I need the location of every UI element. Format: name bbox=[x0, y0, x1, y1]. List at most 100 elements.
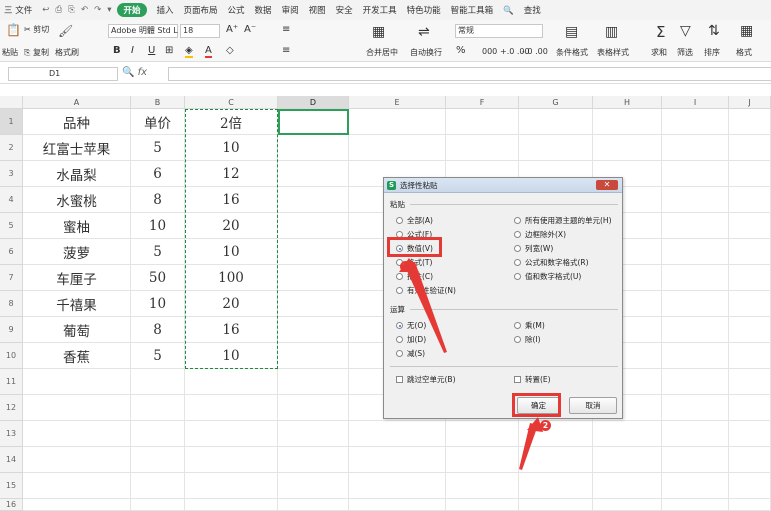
align-top-button[interactable]: ≡ bbox=[282, 24, 290, 35]
row-header-7[interactable]: 7 bbox=[0, 265, 23, 291]
cell-d14[interactable] bbox=[278, 447, 349, 473]
sum-button[interactable]: Σ bbox=[656, 23, 665, 41]
fill-color-button[interactable]: ◈ bbox=[185, 45, 193, 58]
cell-h2[interactable] bbox=[593, 135, 662, 161]
select-all-corner[interactable] bbox=[0, 96, 23, 109]
table-style-button[interactable]: ▥ bbox=[605, 24, 618, 40]
cut-button[interactable]: ✂ 剪切 bbox=[24, 24, 49, 35]
cell-d4[interactable] bbox=[278, 187, 349, 213]
cell-g14[interactable] bbox=[519, 447, 593, 473]
cell-e15[interactable] bbox=[349, 473, 446, 499]
cell-c16[interactable] bbox=[185, 499, 278, 511]
paste-option-source-theme[interactable]: 所有使用源主题的单元(H) bbox=[514, 215, 612, 226]
cell-d8[interactable] bbox=[278, 291, 349, 317]
tab-developer[interactable]: 开发工具 bbox=[363, 4, 397, 16]
cell-d11[interactable] bbox=[278, 369, 349, 395]
cell-d7[interactable] bbox=[278, 265, 349, 291]
fx-area[interactable]: 🔍 fx bbox=[122, 67, 147, 78]
cell-a5[interactable]: 蜜柚 bbox=[23, 213, 131, 239]
cell-i5[interactable] bbox=[662, 213, 729, 239]
cell-j12[interactable] bbox=[729, 395, 771, 421]
row-header-1[interactable]: 1 bbox=[0, 109, 23, 135]
cell-b9[interactable]: 8 bbox=[131, 317, 185, 343]
cell-b11[interactable] bbox=[131, 369, 185, 395]
cell-e1[interactable] bbox=[349, 109, 446, 135]
cell-b10[interactable]: 5 bbox=[131, 343, 185, 369]
ok-button[interactable]: 确定 bbox=[517, 397, 560, 414]
column-header-j[interactable]: J bbox=[729, 96, 771, 109]
cell-g16[interactable] bbox=[519, 499, 593, 511]
quick-access-preview-icon[interactable]: ⎘ bbox=[68, 5, 75, 15]
formula-input[interactable] bbox=[168, 67, 771, 81]
column-header-e[interactable]: E bbox=[349, 96, 446, 109]
row-header-6[interactable]: 6 bbox=[0, 239, 23, 265]
cell-i2[interactable] bbox=[662, 135, 729, 161]
cell-a7[interactable]: 车厘子 bbox=[23, 265, 131, 291]
tab-security[interactable]: 安全 bbox=[336, 4, 353, 16]
cell-i14[interactable] bbox=[662, 447, 729, 473]
cell-f1[interactable] bbox=[446, 109, 519, 135]
cell-j7[interactable] bbox=[729, 265, 771, 291]
cell-a15[interactable] bbox=[23, 473, 131, 499]
cell-b3[interactable]: 6 bbox=[131, 161, 185, 187]
column-header-i[interactable]: I bbox=[662, 96, 729, 109]
paste-option-all[interactable]: 全部(A) bbox=[396, 215, 433, 226]
cell-e14[interactable] bbox=[349, 447, 446, 473]
tab-page-layout[interactable]: 页面布局 bbox=[184, 4, 218, 16]
operation-none[interactable]: 无(O) bbox=[396, 320, 426, 331]
cell-a1[interactable]: 品种 bbox=[23, 109, 131, 135]
cell-j5[interactable] bbox=[729, 213, 771, 239]
row-header-13[interactable]: 13 bbox=[0, 421, 23, 447]
shrink-font-button[interactable]: A⁻ bbox=[244, 24, 256, 35]
close-button[interactable]: ✕ bbox=[596, 180, 618, 190]
cell-h14[interactable] bbox=[593, 447, 662, 473]
row-header-2[interactable]: 2 bbox=[0, 135, 23, 161]
row-header-10[interactable]: 10 bbox=[0, 343, 23, 369]
format-painter-button[interactable]: 🖌 bbox=[58, 24, 73, 38]
cell-j9[interactable] bbox=[729, 317, 771, 343]
operation-subtract[interactable]: 减(S) bbox=[396, 348, 425, 359]
cell-h16[interactable] bbox=[593, 499, 662, 511]
paste-option-no-borders[interactable]: 边框除外(X) bbox=[514, 229, 566, 240]
cell-j10[interactable] bbox=[729, 343, 771, 369]
cell-a12[interactable] bbox=[23, 395, 131, 421]
cell-b8[interactable]: 10 bbox=[131, 291, 185, 317]
paste-option-column-widths[interactable]: 列宽(W) bbox=[514, 243, 553, 254]
cell-d12[interactable] bbox=[278, 395, 349, 421]
cell-g13[interactable] bbox=[519, 421, 593, 447]
row-header-5[interactable]: 5 bbox=[0, 213, 23, 239]
font-name-select[interactable]: Adobe 明體 Std L bbox=[108, 24, 178, 38]
align-left-button[interactable]: ≡ bbox=[282, 45, 290, 56]
paste-option-validation[interactable]: 有效性验证(N) bbox=[396, 285, 456, 296]
row-header-11[interactable]: 11 bbox=[0, 369, 23, 395]
column-header-c[interactable]: C bbox=[185, 96, 278, 109]
cell-b12[interactable] bbox=[131, 395, 185, 421]
cell-i7[interactable] bbox=[662, 265, 729, 291]
cell-f13[interactable] bbox=[446, 421, 519, 447]
cell-d10[interactable] bbox=[278, 343, 349, 369]
quick-access-redo-icon[interactable]: ↷ bbox=[94, 5, 101, 15]
operation-multiply[interactable]: 乘(M) bbox=[514, 320, 545, 331]
cell-a10[interactable]: 香蕉 bbox=[23, 343, 131, 369]
transpose-checkbox[interactable]: 转置(E) bbox=[514, 374, 551, 385]
cell-f14[interactable] bbox=[446, 447, 519, 473]
cell-i15[interactable] bbox=[662, 473, 729, 499]
cell-a2[interactable]: 红富士苹果 bbox=[23, 135, 131, 161]
format-button[interactable]: ▦ bbox=[740, 23, 753, 39]
cell-d2[interactable] bbox=[278, 135, 349, 161]
cell-c9[interactable]: 16 bbox=[185, 317, 278, 343]
cell-h15[interactable] bbox=[593, 473, 662, 499]
cell-c4[interactable]: 16 bbox=[185, 187, 278, 213]
cell-f2[interactable] bbox=[446, 135, 519, 161]
cell-a13[interactable] bbox=[23, 421, 131, 447]
cell-b4[interactable]: 8 bbox=[131, 187, 185, 213]
cell-i8[interactable] bbox=[662, 291, 729, 317]
cell-a4[interactable]: 水蜜桃 bbox=[23, 187, 131, 213]
cell-e13[interactable] bbox=[349, 421, 446, 447]
copy-button[interactable]: ⎘ 复制 bbox=[24, 47, 49, 58]
cell-i3[interactable] bbox=[662, 161, 729, 187]
skip-blanks-checkbox[interactable]: 跳过空单元(B) bbox=[396, 374, 456, 385]
clear-button[interactable]: ◇ bbox=[226, 45, 234, 56]
cell-b14[interactable] bbox=[131, 447, 185, 473]
cell-a16[interactable] bbox=[23, 499, 131, 511]
